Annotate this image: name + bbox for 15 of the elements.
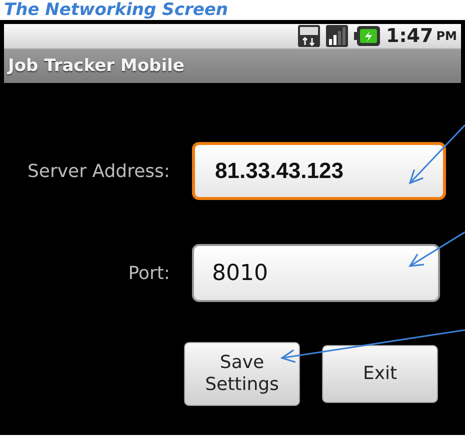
network-3g-icon: [298, 25, 320, 47]
clock-meridiem: PM: [436, 29, 457, 43]
annotation-arrow: [408, 124, 465, 184]
field-label: Server Address:: [28, 160, 171, 182]
input-field[interactable]: 81.33.43.123: [192, 142, 446, 200]
battery-icon: [354, 26, 380, 46]
annotation-arrow: [408, 231, 465, 267]
clock-time: 1:47: [386, 25, 434, 47]
caption-text: The Networking Screen: [3, 0, 228, 20]
signal-icon: [326, 25, 348, 47]
input-field[interactable]: 8010: [192, 244, 440, 302]
app-title: Job Tracker Mobile: [8, 56, 184, 76]
field-label: Port:: [128, 262, 171, 284]
exit-button[interactable]: Exit: [322, 345, 438, 403]
save-button[interactable]: Save Settings: [184, 342, 300, 406]
